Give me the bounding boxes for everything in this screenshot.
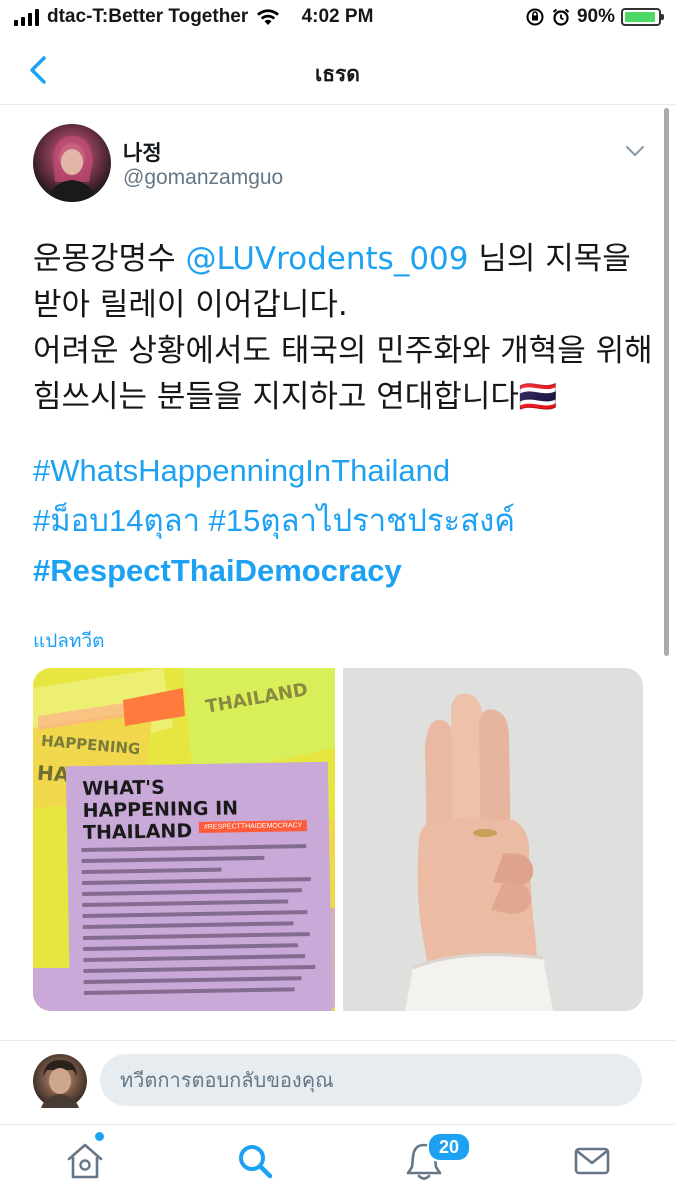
translate-tweet-link[interactable]: แปลทวีต (33, 626, 104, 656)
poster-text-lines (81, 844, 318, 1002)
mention-link[interactable]: @LUVrodents_009 (185, 241, 468, 277)
orientation-lock-icon (526, 8, 544, 26)
poster-card: WHAT'S HAPPENING IN THAILAND #RESPECTTHA… (65, 761, 333, 1011)
notifications-badge: 20 (427, 1132, 471, 1162)
hashtag-link[interactable]: #ม็อบ14ตุลา #15ตุลาไปราชประสงค์ (33, 496, 653, 546)
status-bar: dtac-T:Better Together 4:02 PM 90% (0, 0, 675, 36)
reply-input[interactable]: ทวีตการตอบกลับของคุณ (100, 1054, 642, 1106)
status-right: 90% (525, 6, 664, 28)
tweet-text: 운몽강명수 @LUVrodents_009 님의 지목을 받아 릴레이 이어갑니… (33, 236, 653, 420)
tweet-text-part: 운몽강명수 (33, 241, 186, 277)
tweet-media: HAPPENING HAILAND THAILAND WHAT'S HAPPEN… (33, 668, 643, 1011)
chevron-down-icon[interactable] (624, 140, 646, 162)
avatar-image (41, 1060, 79, 1108)
author-handle[interactable]: @gomanzamguo (123, 166, 283, 190)
author-name[interactable]: 나정 (123, 137, 162, 167)
hashtag-link[interactable]: #WhatsHappenningInThailand (33, 446, 653, 496)
new-content-dot (95, 1132, 104, 1141)
poster-tag: #RESPECTTHAIDEMOCRACY (198, 820, 308, 833)
three-finger-salute-image (343, 668, 643, 1011)
avatar-image (47, 136, 97, 202)
my-avatar[interactable] (33, 1054, 87, 1108)
battery-icon (621, 8, 664, 26)
author-avatar[interactable] (33, 124, 111, 202)
hashtag-list: #WhatsHappenningInThailand #ม็อบ14ตุลา #… (33, 446, 653, 596)
media-image-poster[interactable]: HAPPENING HAILAND THAILAND WHAT'S HAPPEN… (33, 668, 335, 1011)
reply-bar: ทวีตการตอบกลับของคุณ (0, 1040, 675, 1123)
hashtag-link[interactable]: #RespectThaiDemocracy (33, 546, 653, 596)
tweet-text-line: 어려운 상황에서도 태국의 민주화와 개혁을 위해 힘쓰시는 분들을 지지하고 … (33, 333, 653, 415)
scrollbar[interactable] (664, 108, 669, 656)
home-icon[interactable] (63, 1139, 107, 1183)
search-icon[interactable] (233, 1139, 277, 1183)
mail-icon[interactable] (570, 1139, 614, 1183)
battery-percent: 90% (576, 6, 615, 27)
page-title: เธรด (315, 63, 360, 86)
media-image-hand[interactable] (343, 668, 643, 1011)
alarm-icon (552, 8, 570, 26)
nav-bar: เธรด (0, 36, 675, 105)
poster-title: WHAT'S HAPPENING IN THAILAND (82, 776, 239, 845)
